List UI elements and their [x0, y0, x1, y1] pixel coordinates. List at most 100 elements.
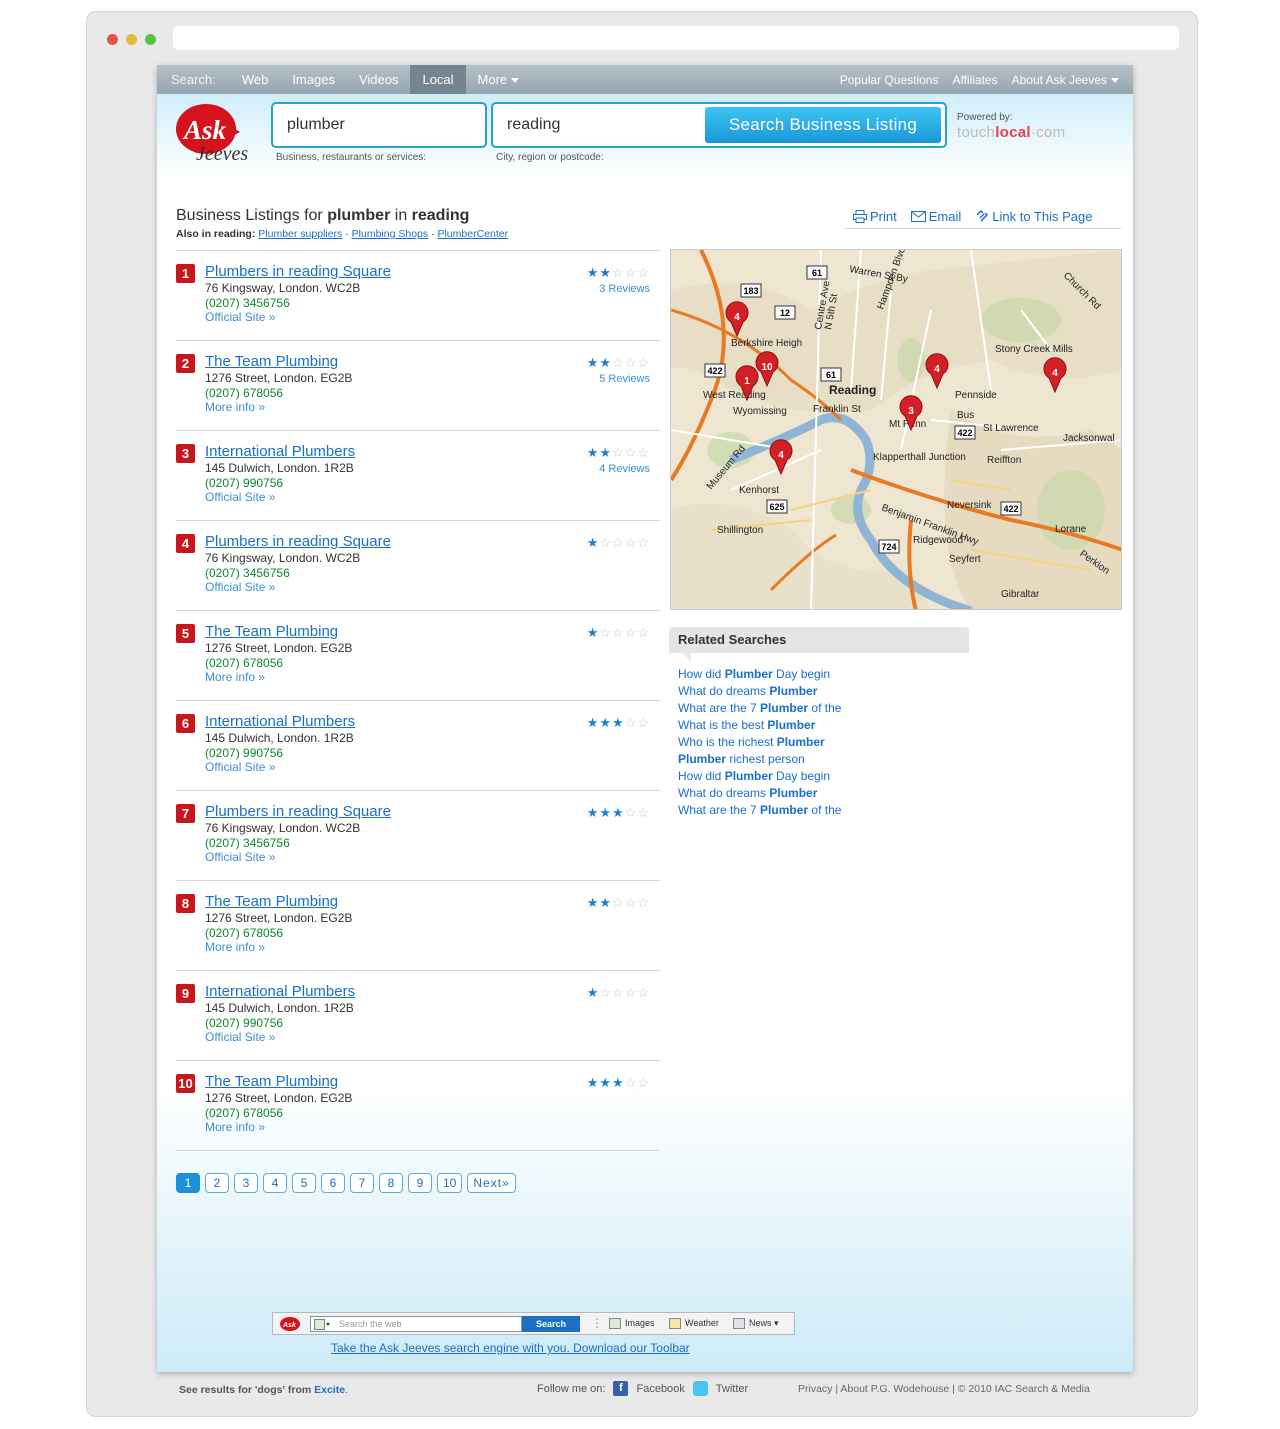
related-search-link[interactable]: Plumber richest person: [678, 752, 969, 769]
result-phone: (0207) 990756: [205, 476, 284, 490]
result-title-link[interactable]: The Team Plumbing: [205, 1073, 338, 1090]
page-3-button[interactable]: 3: [234, 1173, 258, 1193]
result-phone: (0207) 678056: [205, 386, 284, 400]
svg-text:4: 4: [934, 364, 940, 375]
page-1-button[interactable]: 1: [176, 1173, 200, 1193]
link-to-page-button[interactable]: Link to This Page: [975, 209, 1092, 228]
affiliates-link[interactable]: Affiliates: [952, 73, 997, 87]
related-search-link[interactable]: What is the best Plumber: [678, 718, 969, 735]
result-title-link[interactable]: Plumbers in reading Square: [205, 263, 391, 280]
result-more-link[interactable]: More info »: [205, 670, 265, 684]
page-5-button[interactable]: 5: [292, 1173, 316, 1193]
nav-web[interactable]: Web: [230, 65, 281, 94]
result-more-link[interactable]: Official Site »: [205, 850, 275, 864]
nav-local[interactable]: Local: [410, 65, 466, 94]
result-title-link[interactable]: The Team Plumbing: [205, 623, 338, 640]
ask-jeeves-logo[interactable]: Ask Jeeves: [174, 102, 266, 164]
touchlocal-logo[interactable]: touchlocal·com: [957, 124, 1065, 141]
result-more-link[interactable]: Official Site »: [205, 760, 275, 774]
result-title-link[interactable]: The Team Plumbing: [205, 353, 338, 370]
toolbar-search-button[interactable]: Search: [522, 1316, 580, 1332]
popular-questions-link[interactable]: Popular Questions: [840, 73, 939, 87]
minimize-dot-icon[interactable]: [126, 34, 137, 45]
related-search-link[interactable]: Who is the richest Plumber: [678, 735, 969, 752]
result-reviews-link[interactable]: 5 Reviews: [599, 373, 650, 385]
result-title-link[interactable]: International Plumbers: [205, 443, 355, 460]
result-more-link[interactable]: Official Site »: [205, 580, 275, 594]
related-search-link[interactable]: What do dreams Plumber: [678, 684, 969, 701]
result-title-link[interactable]: Plumbers in reading Square: [205, 533, 391, 550]
star-icon: ★: [612, 805, 625, 820]
result-more-link[interactable]: More info »: [205, 400, 265, 414]
result-more-link[interactable]: Official Site »: [205, 1030, 275, 1044]
twitter-link[interactable]: Twitter: [716, 1383, 748, 1395]
legal-links[interactable]: Privacy | About P.G. Wodehouse | © 2010 …: [798, 1383, 1090, 1395]
toolbar-search-input[interactable]: Search the web: [310, 1316, 522, 1332]
result-more-link[interactable]: More info »: [205, 1120, 265, 1134]
what-input[interactable]: plumber: [271, 102, 487, 148]
result-reviews-link[interactable]: 3 Reviews: [599, 283, 650, 295]
toolbar-news[interactable]: News ▾: [733, 1318, 779, 1330]
result-title-link[interactable]: The Team Plumbing: [205, 893, 338, 910]
result-rating: ★★☆☆☆: [587, 265, 650, 281]
excite-link[interactable]: Excite: [314, 1384, 345, 1396]
result-row: 1 Plumbers in reading Square 76 Kingsway, …: [176, 250, 660, 340]
result-reviews-link[interactable]: 4 Reviews: [599, 463, 650, 475]
also-link-plumbercenter[interactable]: PlumberCenter: [437, 228, 508, 240]
also-link-plumbing-shops[interactable]: Plumbing Shops: [352, 228, 428, 240]
result-title-link[interactable]: Plumbers in reading Square: [205, 803, 391, 820]
page-6-button[interactable]: 6: [321, 1173, 345, 1193]
page-9-button[interactable]: 9: [408, 1173, 432, 1193]
footer: See results for 'dogs' from Excite. Foll…: [0, 1374, 1280, 1404]
star-icon: ★: [586, 265, 600, 280]
map-place-label: Neversink: [947, 500, 992, 511]
about-link[interactable]: About Ask Jeeves: [1012, 73, 1119, 87]
toolbar-weather[interactable]: Weather: [669, 1318, 719, 1330]
result-title-link[interactable]: International Plumbers: [205, 983, 355, 1000]
toolbar-images[interactable]: Images: [609, 1318, 655, 1330]
page-4-button[interactable]: 4: [263, 1173, 287, 1193]
star-icon: ☆: [637, 625, 650, 640]
facebook-icon[interactable]: f: [613, 1381, 629, 1396]
print-button[interactable]: Print: [853, 209, 897, 228]
result-more-link[interactable]: Official Site »: [205, 310, 275, 324]
star-icon: ★: [599, 355, 613, 370]
result-more-link[interactable]: More info »: [205, 940, 265, 954]
result-more-link[interactable]: Official Site »: [205, 490, 275, 504]
page-10-button[interactable]: 10: [437, 1173, 463, 1193]
address-bar[interactable]: [173, 26, 1179, 50]
result-title-link[interactable]: International Plumbers: [205, 713, 355, 730]
nav-more[interactable]: More: [466, 65, 532, 94]
nav-images[interactable]: Images: [280, 65, 347, 94]
route-shield-icon: 61: [806, 265, 828, 280]
related-search-link[interactable]: How did Plumber Day begin: [678, 769, 969, 786]
related-search-link[interactable]: What are the 7 Plumber of the: [678, 803, 969, 820]
next-page-button[interactable]: Next»: [467, 1173, 516, 1193]
facebook-link[interactable]: Facebook: [636, 1383, 684, 1395]
close-dot-icon[interactable]: [107, 34, 118, 45]
maximize-dot-icon[interactable]: [145, 34, 156, 45]
svg-text:Ask: Ask: [282, 1322, 297, 1329]
related-search-link[interactable]: How did Plumber Day begin: [678, 667, 969, 684]
page-2-button[interactable]: 2: [205, 1173, 229, 1193]
related-search-link[interactable]: What are the 7 Plumber of the: [678, 701, 969, 718]
about-link-label: About Ask Jeeves: [1011, 72, 1107, 87]
toolbar-preview[interactable]: Ask Search the web Search ⋮ Images Weath…: [272, 1312, 795, 1335]
also-link-plumber-suppliers[interactable]: Plumber suppliers: [258, 228, 342, 240]
toolbar-download-link[interactable]: Take the Ask Jeeves search engine with y…: [331, 1341, 690, 1355]
twitter-icon[interactable]: [692, 1381, 708, 1396]
search-business-button[interactable]: Search Business Listing: [705, 107, 941, 143]
nav-videos[interactable]: Videos: [347, 65, 411, 94]
svg-text:183: 183: [743, 286, 758, 296]
pagination: 1 2 3 4 5 6 7 8 9 10 Next»: [176, 1173, 516, 1193]
results-map[interactable]: Warren St By Berkshire Heigh West Reading W…: [670, 249, 1122, 610]
star-icon: ★: [586, 895, 600, 910]
page-8-button[interactable]: 8: [379, 1173, 403, 1193]
result-row: 9 International Plumbers 145 Dulwich, Lond…: [176, 970, 660, 1060]
related-search-link[interactable]: What do dreams Plumber: [678, 786, 969, 803]
page-7-button[interactable]: 7: [350, 1173, 374, 1193]
map-canvas[interactable]: Warren St ByBerkshire HeighWest ReadingW…: [671, 250, 1122, 610]
email-button[interactable]: Email: [910, 209, 961, 228]
result-number-badge: 6: [176, 714, 195, 733]
page-tools: Print Email Link to This Page: [845, 209, 1121, 229]
